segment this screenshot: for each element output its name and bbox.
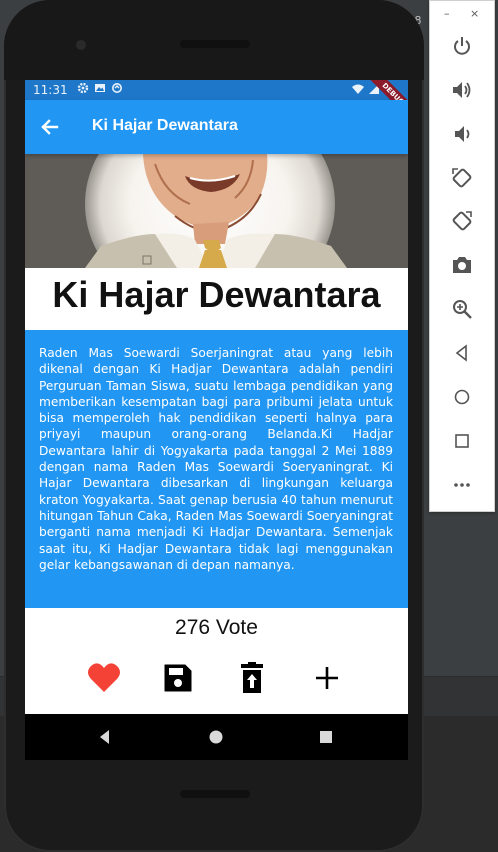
bottom-speaker-grille (180, 790, 250, 798)
volume-down-icon (455, 126, 470, 142)
status-notification-icons (77, 82, 123, 94)
save-button[interactable] (158, 658, 198, 698)
power-button[interactable] (449, 33, 475, 59)
heart-icon (88, 663, 120, 692)
zoom-icon (453, 300, 472, 319)
nav-back-icon[interactable] (94, 726, 116, 748)
image-icon (95, 84, 105, 92)
volume-up-icon (453, 82, 471, 98)
portrait-image (25, 154, 408, 268)
delete-icon (241, 662, 263, 693)
phone-frame: 11:31 DEBUG Ki Hajar Dewantara Ki Hajar … (4, 0, 424, 852)
action-row (25, 658, 408, 698)
phone-top-bezel (4, 0, 424, 80)
add-icon (316, 667, 338, 689)
emulator-home-button[interactable] (449, 384, 475, 410)
camera-icon (453, 257, 471, 273)
status-bar: 11:31 DEBUG (25, 80, 408, 121)
emulator-overview-button[interactable] (449, 428, 475, 454)
close-button[interactable]: × (470, 7, 479, 20)
settings-icon (77, 82, 89, 94)
delete-button[interactable] (232, 658, 272, 698)
more-icon (454, 483, 470, 487)
power-icon (454, 37, 470, 55)
sync-icon (112, 83, 122, 93)
portrait-illustration (85, 154, 347, 268)
home-icon (454, 389, 470, 405)
description-card: Raden Mas Soewardi Soerjaningrat atau ya… (25, 330, 408, 608)
back-icon (455, 344, 467, 362)
person-name-heading: Ki Hajar Dewantara (52, 274, 381, 315)
emulator-back-button[interactable] (449, 340, 475, 366)
favorite-button[interactable] (84, 658, 124, 698)
app-bar-title: Ki Hajar Dewantara (92, 117, 238, 134)
overview-icon (455, 434, 469, 448)
zoom-button[interactable] (449, 296, 475, 322)
nav-overview-icon[interactable] (315, 726, 337, 748)
rotate-right-button[interactable] (449, 208, 475, 234)
status-time: 11:31 (33, 83, 68, 97)
front-camera (76, 40, 86, 50)
emulator-toolbar: – × (429, 0, 495, 512)
device-screen: 11:31 DEBUG Ki Hajar Dewantara Ki Hajar … (25, 80, 408, 760)
minimize-button[interactable]: – (444, 7, 450, 20)
nav-home-icon[interactable] (205, 726, 227, 748)
description-text: Raden Mas Soewardi Soerjaningrat atau ya… (39, 346, 393, 572)
more-button[interactable] (449, 472, 475, 498)
screenshot-button[interactable] (449, 252, 475, 278)
add-button[interactable] (307, 658, 347, 698)
arrow-back-icon[interactable] (37, 114, 63, 140)
rotate-left-button[interactable] (449, 165, 475, 191)
wifi-icon (352, 84, 364, 94)
rotate-left-icon (452, 168, 472, 188)
vote-count: 276 Vote (175, 616, 258, 639)
earpiece-speaker (180, 40, 250, 48)
volume-up-button[interactable] (449, 77, 475, 103)
volume-down-button[interactable] (449, 121, 475, 147)
system-navigation-bar (25, 714, 408, 760)
rotate-right-icon (452, 211, 472, 231)
save-icon (164, 664, 192, 692)
app-bar: Ki Hajar Dewantara (25, 100, 408, 154)
